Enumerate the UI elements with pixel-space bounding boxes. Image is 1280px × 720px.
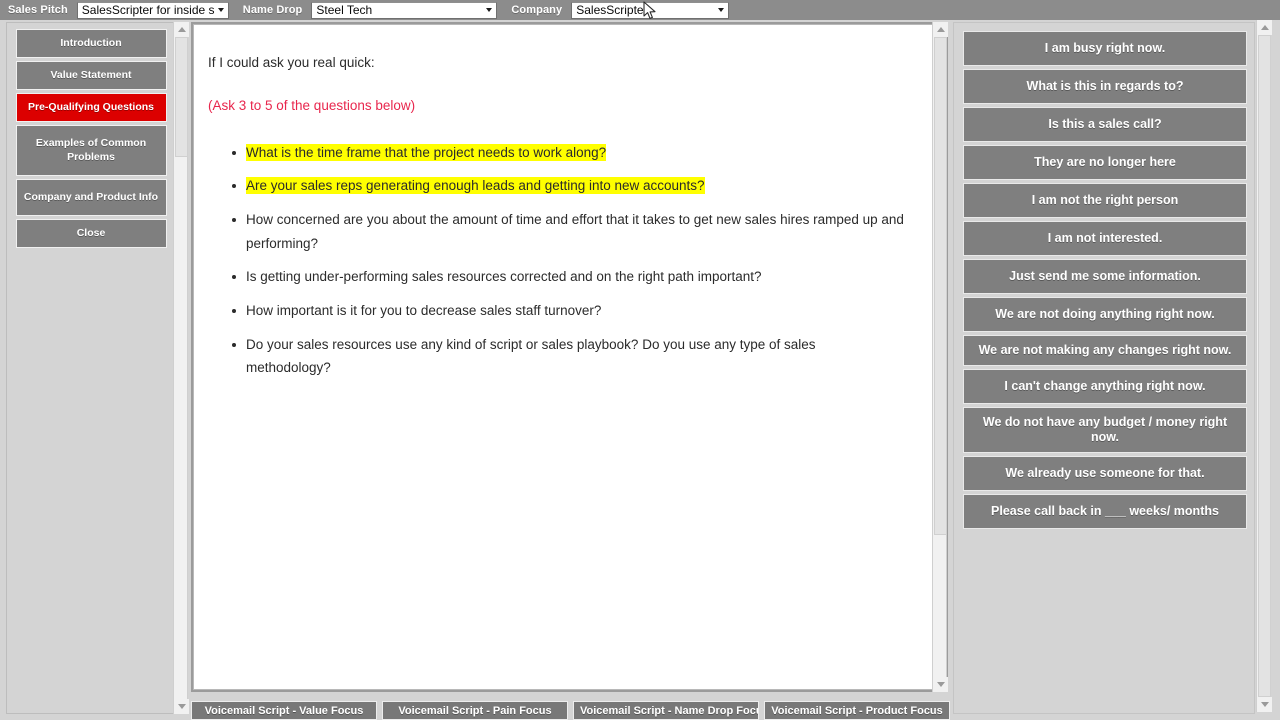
sidebar-item-close[interactable]: Close xyxy=(15,218,167,248)
objection-is-this-a-sales-call[interactable]: Is this a sales call? xyxy=(963,107,1247,142)
question-text: Do your sales resources use any kind of … xyxy=(246,336,816,376)
objection-cant-change-anything[interactable]: I can't change anything right now. xyxy=(963,369,1247,404)
list-item: How concerned are you about the amount o… xyxy=(232,208,904,255)
sidebar-scrollbar[interactable] xyxy=(173,22,189,714)
script-instruction-note: (Ask 3 to 5 of the questions below) xyxy=(208,97,416,113)
objection-send-me-information[interactable]: Just send me some information. xyxy=(963,259,1247,294)
sidebar-item-company-and-product-info[interactable]: Company and Product Info xyxy=(15,178,167,216)
objection-label: I can't change anything right now. xyxy=(1004,379,1206,393)
objections-list: I am busy right now. What is this in reg… xyxy=(963,31,1247,532)
tab-label: Voicemail Script - Pain Focus xyxy=(398,705,552,717)
name-drop-label: Name Drop xyxy=(242,4,303,16)
objection-they-are-no-longer-here[interactable]: They are no longer here xyxy=(963,145,1247,180)
objection-label: We are not doing anything right now. xyxy=(995,307,1215,321)
objection-not-making-any-changes[interactable]: We are not making any changes right now. xyxy=(963,335,1247,366)
question-text: Are your sales reps generating enough le… xyxy=(246,177,705,195)
company-select[interactable]: SalesScripter xyxy=(571,1,730,19)
tab-voicemail-value-focus[interactable]: Voicemail Script - Value Focus xyxy=(191,701,377,720)
list-item: How important is it for you to decrease … xyxy=(232,299,904,323)
script-body: If I could ask you real quick: (Ask 3 to… xyxy=(194,25,928,689)
objection-label: Just send me some information. xyxy=(1009,269,1201,283)
question-text: What is the time frame that the project … xyxy=(246,143,607,161)
objection-what-is-this-in-regards-to[interactable]: What is this in regards to? xyxy=(963,69,1247,104)
sidebar-item-label: Introduction xyxy=(60,37,122,49)
tab-label: Voicemail Script - Name Drop Focus xyxy=(580,705,759,717)
question-text: How concerned are you about the amount o… xyxy=(246,212,904,251)
list-item: Are your sales reps generating enough le… xyxy=(232,174,904,198)
objection-label: I am not interested. xyxy=(1047,231,1163,245)
sidebar-item-label: Close xyxy=(76,226,106,239)
scroll-up-icon[interactable] xyxy=(1257,20,1272,35)
scroll-up-icon[interactable] xyxy=(174,22,189,37)
objection-no-budget[interactable]: We do not have any budget / money right … xyxy=(963,407,1247,453)
scrollbar-thumb[interactable] xyxy=(1258,35,1271,697)
tab-voicemail-pain-focus[interactable]: Voicemail Script - Pain Focus xyxy=(382,701,568,720)
sidebar-item-examples-of-common-problems[interactable]: Examples of Common Problems xyxy=(15,125,167,176)
objection-not-interested[interactable]: I am not interested. xyxy=(963,221,1247,256)
tab-label: Voicemail Script - Product Focus xyxy=(771,705,943,717)
tab-voicemail-name-drop-focus[interactable]: Voicemail Script - Name Drop Focus xyxy=(573,701,759,720)
scroll-down-icon[interactable] xyxy=(933,677,948,692)
chevron-down-icon xyxy=(718,8,725,12)
objection-label: I am busy right now. xyxy=(1044,41,1166,55)
script-viewer: If I could ask you real quick: (Ask 3 to… xyxy=(191,22,948,692)
objection-label: We already use someone for that. xyxy=(1005,466,1205,480)
scroll-up-icon[interactable] xyxy=(933,22,948,37)
sidebar-item-pre-qualifying-questions[interactable]: Pre-Qualifying Questions xyxy=(15,93,167,123)
objection-call-back-later[interactable]: Please call back in ___ weeks/ months xyxy=(963,494,1247,529)
script-lead-text: If I could ask you real quick: xyxy=(208,55,375,70)
list-item: Is getting under-performing sales resour… xyxy=(232,265,904,289)
sales-pitch-value: SalesScripter for inside s xyxy=(81,3,215,17)
sidebar-item-label: Pre-Qualifying Questions xyxy=(27,101,155,114)
sidebar-item-label: Value Statement xyxy=(50,69,132,82)
sidebar-item-label: Examples of Common Problems xyxy=(35,137,147,163)
voicemail-tab-bar: Voicemail Script - Value Focus Voicemail… xyxy=(191,701,951,720)
scroll-down-icon[interactable] xyxy=(1257,697,1272,712)
objection-label: We are not making any changes right now. xyxy=(978,343,1232,357)
tab-voicemail-product-focus[interactable]: Voicemail Script - Product Focus xyxy=(764,701,950,720)
top-toolbar: Sales Pitch SalesScripter for inside s N… xyxy=(0,0,1280,20)
scrollbar-thumb[interactable] xyxy=(934,37,947,535)
app-window: Sales Pitch SalesScripter for inside s N… xyxy=(0,0,1280,720)
objection-label: Is this a sales call? xyxy=(1048,117,1162,131)
sidebar-nav: Introduction Value Statement Pre-Qualify… xyxy=(10,29,172,251)
script-scrollbar[interactable] xyxy=(932,22,948,692)
objection-label: What is this in regards to? xyxy=(1026,79,1184,93)
question-text: Is getting under-performing sales resour… xyxy=(246,269,762,285)
objection-busy-right-now[interactable]: I am busy right now. xyxy=(963,31,1247,66)
company-label: Company xyxy=(511,4,563,16)
objection-label: We do not have any budget / money right … xyxy=(982,415,1228,444)
objection-label: Please call back in ___ weeks/ months xyxy=(991,504,1219,518)
list-item: Do your sales resources use any kind of … xyxy=(232,333,904,380)
scroll-down-icon[interactable] xyxy=(174,699,189,714)
sales-pitch-select[interactable]: SalesScripter for inside s xyxy=(76,1,229,19)
chevron-down-icon xyxy=(217,8,224,12)
script-page: If I could ask you real quick: (Ask 3 to… xyxy=(193,24,946,690)
objection-already-use-someone[interactable]: We already use someone for that. xyxy=(963,456,1247,491)
sidebar-item-value-statement[interactable]: Value Statement xyxy=(15,61,167,91)
scrollbar-thumb[interactable] xyxy=(175,37,188,157)
list-item: What is the time frame that the project … xyxy=(232,141,904,165)
name-drop-value: Steel Tech xyxy=(316,3,373,17)
question-list: What is the time frame that the project … xyxy=(208,141,904,380)
objections-panel: I am busy right now. What is this in reg… xyxy=(953,22,1255,714)
objection-label: They are no longer here xyxy=(1034,155,1176,169)
chevron-down-icon xyxy=(486,8,493,12)
sidebar-item-label: Company and Product Info xyxy=(23,190,159,203)
tab-label: Voicemail Script - Value Focus xyxy=(204,705,364,717)
company-value: SalesScripter xyxy=(576,3,648,17)
objection-label: I am not the right person xyxy=(1031,193,1179,207)
page-scrollbar[interactable] xyxy=(1256,20,1272,712)
question-text: How important is it for you to decrease … xyxy=(246,302,602,318)
objection-not-doing-anything-right-now[interactable]: We are not doing anything right now. xyxy=(963,297,1247,332)
name-drop-select[interactable]: Steel Tech xyxy=(311,1,498,19)
objection-not-the-right-person[interactable]: I am not the right person xyxy=(963,183,1247,218)
sidebar-item-introduction[interactable]: Introduction xyxy=(15,29,167,59)
sales-pitch-label: Sales Pitch xyxy=(8,4,68,16)
sidebar-panel: Introduction Value Statement Pre-Qualify… xyxy=(6,22,188,714)
